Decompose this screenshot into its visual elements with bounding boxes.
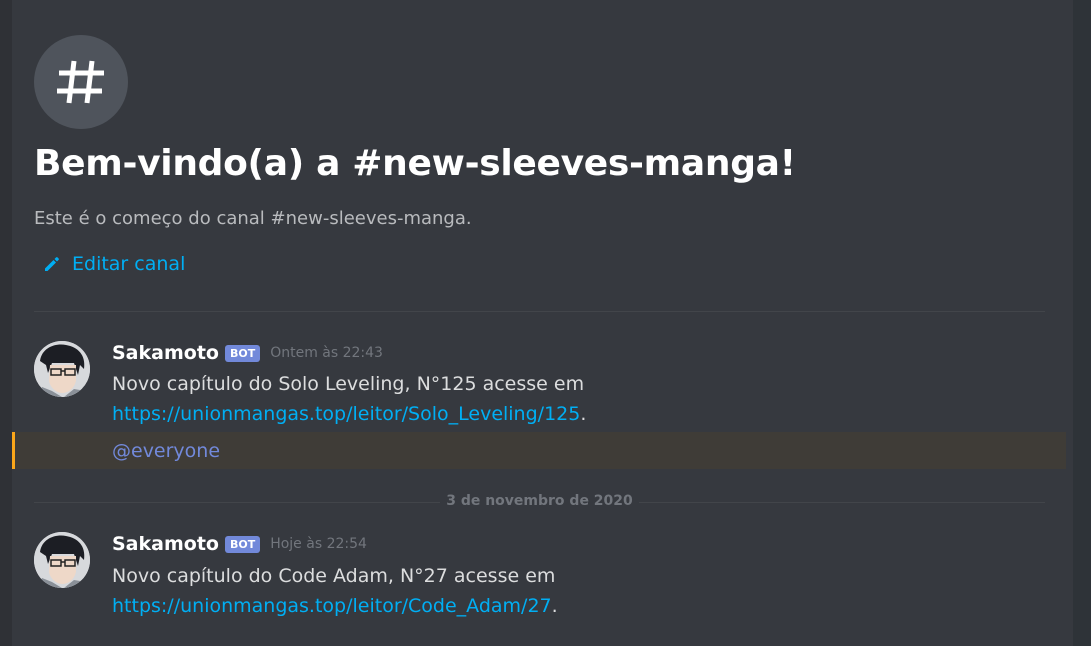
bot-badge: BOT <box>224 535 261 553</box>
message-header: Sakamoto BOT Ontem às 22:43 <box>112 342 383 364</box>
message-text: Novo capítulo do Solo Leveling, N°125 ac… <box>112 373 585 395</box>
everyone-mention[interactable]: @everyone <box>112 440 220 462</box>
username[interactable]: Sakamoto <box>112 533 219 555</box>
welcome-title: Bem-vindo(a) a #new-sleeves-manga! <box>34 143 796 184</box>
edit-channel-button[interactable]: Editar canal <box>42 253 185 275</box>
channel-icon <box>34 35 128 129</box>
hash-icon <box>57 60 104 104</box>
link-suffix: . <box>551 595 558 617</box>
mention-highlight: @everyone <box>12 432 1066 469</box>
server-sidebar-edge <box>0 0 12 646</box>
edit-channel-label: Editar canal <box>72 253 186 275</box>
bot-badge: BOT <box>224 344 261 362</box>
link-suffix: . <box>580 403 587 425</box>
avatar[interactable] <box>34 532 90 588</box>
message-link-line: https://unionmangas.top/leitor/Code_Adam… <box>112 595 558 617</box>
message-text: Novo capítulo do Code Adam, N°27 acesse … <box>112 565 556 587</box>
divider <box>34 311 1045 312</box>
date-divider: 3 de novembro de 2020 <box>34 493 1045 511</box>
timestamp[interactable]: Hoje às 22:54 <box>270 536 367 552</box>
timestamp[interactable]: Ontem às 22:43 <box>270 345 383 361</box>
message-link-line: https://unionmangas.top/leitor/Solo_Leve… <box>112 403 586 425</box>
message-link[interactable]: https://unionmangas.top/leitor/Code_Adam… <box>112 595 552 617</box>
pencil-icon <box>45 257 59 271</box>
message-link[interactable]: https://unionmangas.top/leitor/Solo_Leve… <box>112 403 580 425</box>
message-header: Sakamoto BOT Hoje às 22:54 <box>112 533 367 555</box>
avatar[interactable] <box>34 341 90 397</box>
scrollbar-track[interactable] <box>1073 0 1091 646</box>
username[interactable]: Sakamoto <box>112 342 219 364</box>
chat-area: Bem-vindo(a) a #new-sleeves-manga! Este … <box>12 0 1073 646</box>
date-divider-label: 3 de novembro de 2020 <box>440 493 639 509</box>
welcome-subtitle: Este é o começo do canal #new-sleeves-ma… <box>34 208 472 229</box>
